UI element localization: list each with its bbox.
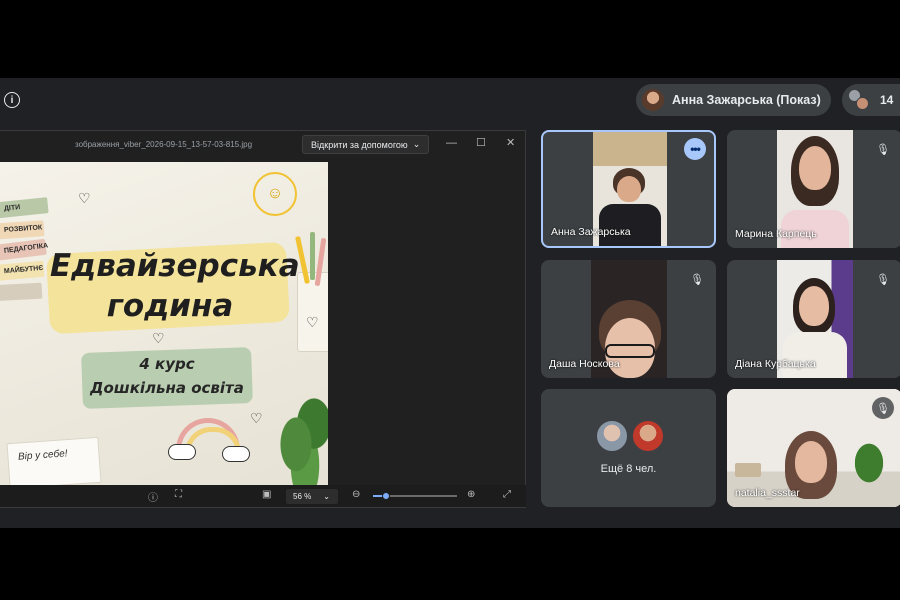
poster-title-line2: година xyxy=(106,288,234,324)
chevron-down-icon: ⌄ xyxy=(412,139,421,149)
participant-name: Анна Зажарська xyxy=(551,226,631,238)
book-spine: МАЙБУТНЄ xyxy=(0,260,45,282)
zoom-slider[interactable] xyxy=(373,492,457,500)
more-options-icon[interactable]: ••• xyxy=(684,138,706,160)
meeting-info-icon[interactable]: i xyxy=(4,92,20,108)
image-viewer-window: зображення_viber_2026-09-15_13-57-03-815… xyxy=(0,130,526,508)
participant-name: Діана Курбацька xyxy=(735,358,816,370)
poster-title-line1: Едвайзерська xyxy=(50,248,300,284)
minimize-icon[interactable]: — xyxy=(446,137,457,149)
plant-illustration xyxy=(272,382,328,486)
book-spine: ПЕДАГОГІКА xyxy=(0,238,48,262)
participant-count: 14 xyxy=(880,93,894,107)
book-spine xyxy=(0,282,43,302)
more-participants-label: Ещё 8 чел. xyxy=(600,463,657,475)
shared-image: ДІТИ РОЗВИТОК ПЕДАГОГІКА МАЙБУТНЄ ♡ ☺ Ед… xyxy=(0,162,328,486)
zoom-slider-thumb[interactable] xyxy=(381,492,390,500)
zoom-select[interactable]: 56 % ⌄ xyxy=(286,489,338,504)
poster-title: Едвайзерська година xyxy=(50,246,300,326)
cloud-doodle-icon xyxy=(168,444,196,460)
slideshow-icon[interactable]: ▣ xyxy=(262,489,271,500)
participant-avatars xyxy=(595,419,665,453)
heart-doodle-icon: ♡ xyxy=(250,410,263,426)
participant-tile[interactable]: 🎙︎ Марина Карпець xyxy=(727,130,900,248)
pencil xyxy=(310,232,315,280)
viewer-toolbar: ⓘ ⛶ ▣ 56 % ⌄ ⊖ ⊕ ⤢ xyxy=(0,485,526,507)
participant-tile[interactable]: ••• Анна Зажарська xyxy=(541,130,716,248)
info-icon[interactable]: ⓘ xyxy=(148,489,158,504)
avatar xyxy=(631,419,665,453)
fullscreen-icon[interactable]: ⤢ xyxy=(503,489,511,500)
mic-off-icon: 🎙︎ xyxy=(686,268,708,290)
mic-off-icon: 🎙︎ xyxy=(872,397,894,419)
zoom-in-icon[interactable]: ⊕ xyxy=(467,489,475,500)
pencil-cup xyxy=(297,272,328,352)
heart-doodle-icon: ♡ xyxy=(152,330,165,346)
participant-tile[interactable]: 🎙︎ Діана Курбацька xyxy=(727,260,900,378)
participant-tile[interactable]: 🎙︎ natalia_ssstar xyxy=(727,389,900,507)
mic-off-icon: 🎙︎ xyxy=(872,138,894,160)
maximize-icon[interactable]: ☐ xyxy=(476,137,486,149)
participant-name: Даша Носкова xyxy=(549,358,620,370)
participant-name: natalia_ssstar xyxy=(735,487,800,499)
heart-doodle-icon: ♡ xyxy=(306,314,319,330)
chevron-down-icon: ⌄ xyxy=(323,492,330,501)
more-participants-tile[interactable]: Ещё 8 чел. xyxy=(541,389,716,507)
avatar xyxy=(595,419,629,453)
cloud-doodle-icon xyxy=(222,446,250,462)
presenter-chip[interactable]: Анна Зажарська (Показ) xyxy=(636,84,831,116)
open-with-label: Відкрити за допомогою xyxy=(311,139,408,150)
zoom-level: 56 % xyxy=(293,492,312,501)
book-spine: РОЗВИТОК xyxy=(0,220,45,240)
zoom-out-icon[interactable]: ⊖ xyxy=(352,489,360,500)
course-line2: Дошкільна освіта xyxy=(90,379,244,397)
participant-name: Марина Карпець xyxy=(735,228,817,240)
book-spine: ДІТИ xyxy=(0,197,49,219)
sun-doodle-icon: ☺ xyxy=(253,172,297,216)
participants-button[interactable]: 14 xyxy=(842,84,900,116)
fit-screen-icon[interactable]: ⛶ xyxy=(175,489,182,500)
presenter-avatar xyxy=(642,89,664,111)
heart-doodle-icon: ♡ xyxy=(78,190,91,206)
open-with-button[interactable]: Відкрити за допомогою ⌄ xyxy=(302,135,430,154)
viewer-file-name: зображення_viber_2026-09-15_13-57-03-815… xyxy=(75,140,253,149)
participant-tile[interactable]: 🎙︎ Даша Носкова xyxy=(541,260,716,378)
presenter-label: Анна Зажарська (Показ) xyxy=(672,93,821,107)
mic-off-icon: 🎙︎ xyxy=(872,268,894,290)
course-line1: 4 курс xyxy=(139,355,195,373)
close-icon[interactable]: ✕ xyxy=(506,137,515,149)
course-text: 4 курс Дошкільна освіта xyxy=(82,352,252,400)
participants-avatars-icon xyxy=(848,89,870,111)
